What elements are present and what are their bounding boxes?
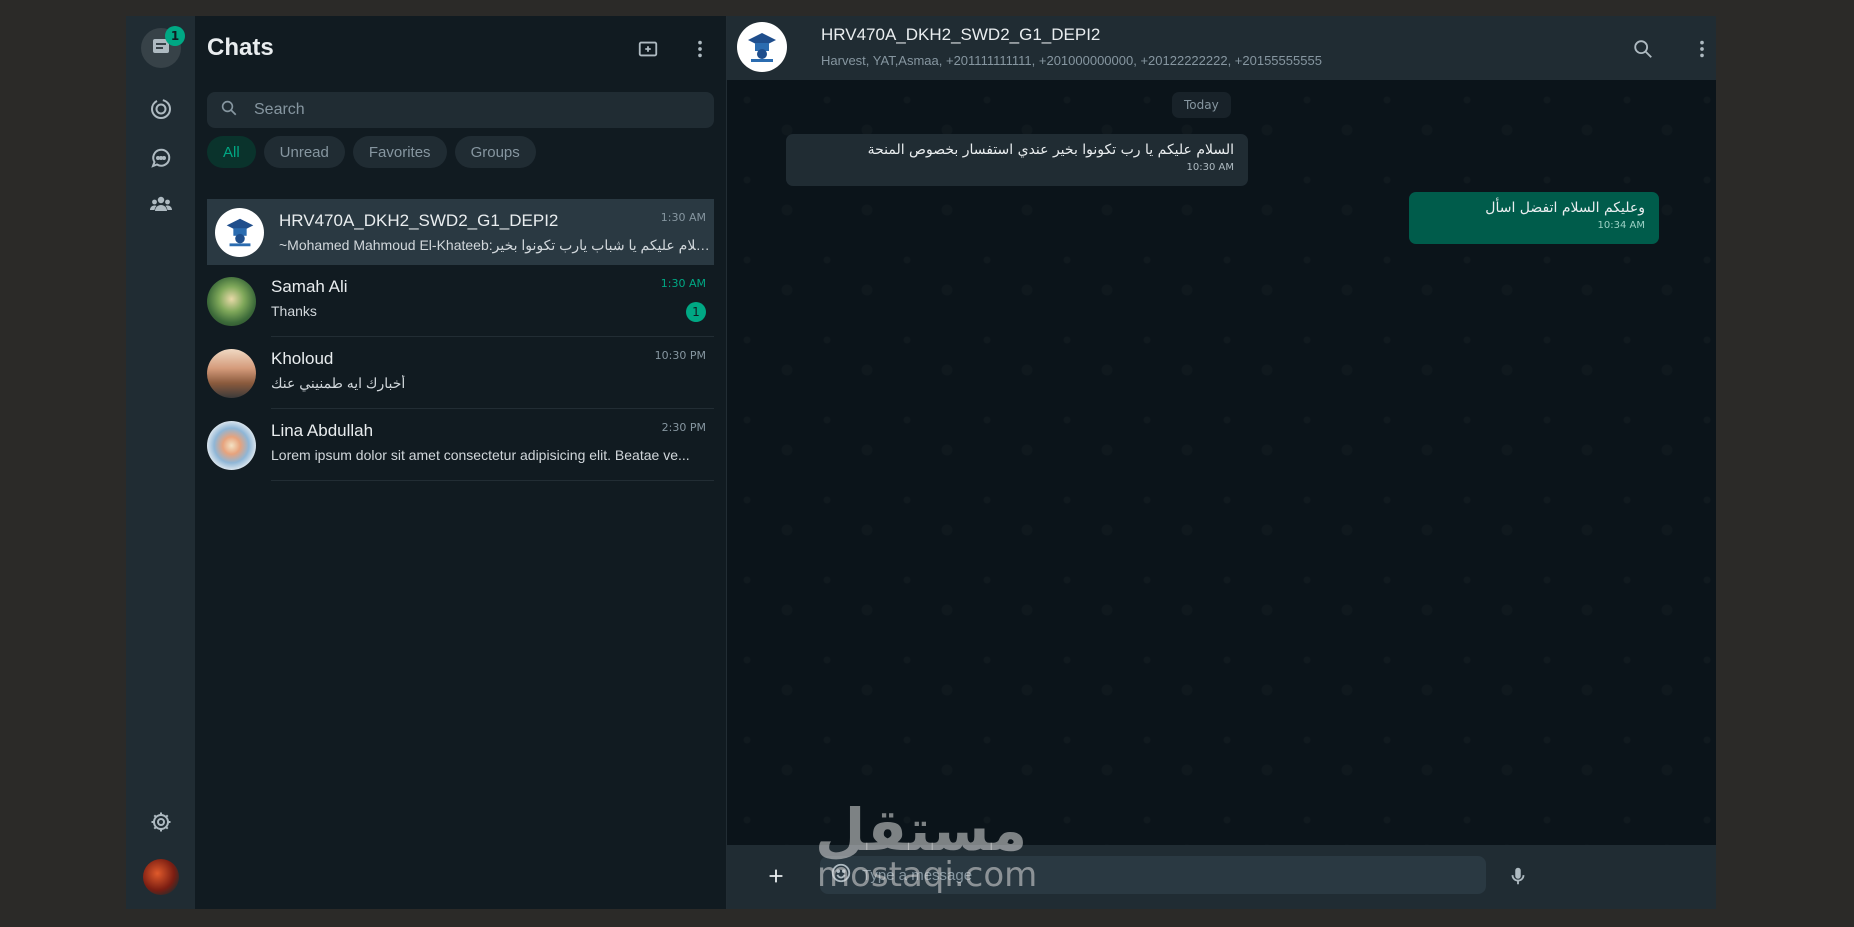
chat-filters: All Unread Favorites Groups	[207, 136, 536, 168]
chat-preview: أخبارك ايه طمنيني عنك	[271, 375, 406, 391]
message-time: 10:34 AM	[1597, 220, 1645, 231]
chats-unread-badge: 1	[165, 26, 185, 46]
message-text: وعليكم السلام اتفضل اسأل	[1485, 200, 1645, 216]
settings-nav-button[interactable]	[141, 804, 181, 844]
chat-time: 1:30 AM	[660, 211, 706, 224]
search-icon	[207, 99, 238, 121]
chat-name: Lina Abdullah	[271, 421, 374, 440]
kholoud-avatar	[207, 348, 256, 398]
conversation-avatar[interactable]	[737, 22, 787, 72]
chat-time: 2:30 PM	[661, 421, 706, 434]
watermark-latin: mostaqi.com	[817, 855, 1038, 895]
message-area: Today السلام عليكم يا رب تكونوا بخير عند…	[727, 80, 1716, 845]
graduation-cap-icon	[748, 33, 776, 62]
filter-unread[interactable]: Unread	[263, 136, 345, 168]
lina-avatar	[207, 420, 256, 470]
chat-time: 1:30 AM	[660, 277, 706, 290]
chat-item-body: HRV470A_DKH2_SWD2_G1_DEPI2 1:30 AM ~Moha…	[279, 199, 714, 265]
filter-groups[interactable]: Groups	[454, 136, 536, 168]
conversation-name: HRV470A_DKH2_SWD2_G1_DEPI2	[821, 25, 1101, 44]
chat-item-group[interactable]: HRV470A_DKH2_SWD2_G1_DEPI2 1:30 AM ~Moha…	[207, 199, 714, 265]
channels-nav-button[interactable]	[141, 140, 181, 180]
mostaql-watermark: مستقل mostaqi.com	[815, 796, 1038, 895]
chat-item-body: Lina Abdullah 2:30 PM Lorem ipsum dolor …	[271, 409, 714, 481]
profile-avatar[interactable]	[143, 859, 179, 895]
chat-preview: Thanks	[271, 303, 317, 319]
conversation-members: Harvest, YAT,Asmaa, +201111111111, +2010…	[821, 53, 1322, 68]
search-icon[interactable]	[1630, 36, 1656, 62]
chat-item-lina[interactable]: Lina Abdullah 2:30 PM Lorem ipsum dolor …	[207, 409, 714, 481]
chat-preview: ~Mohamed Mahmoud El-Khateeb:السلام عليكم…	[279, 237, 714, 253]
conversation-panel: HRV470A_DKH2_SWD2_G1_DEPI2 Harvest, YAT,…	[726, 16, 1716, 909]
chat-item-body: Kholoud 10:30 PM أخبارك ايه طمنيني عنك	[271, 337, 714, 409]
graduation-cap-icon	[226, 218, 253, 247]
chat-list-title: Chats	[207, 34, 274, 61]
message-time: 10:30 AM	[1186, 162, 1234, 173]
chat-preview: Lorem ipsum dolor sit amet consectetur a…	[271, 447, 690, 463]
outgoing-message[interactable]: وعليكم السلام اتفضل اسأل 10:34 AM	[1409, 192, 1659, 244]
watermark-arabic: مستقل	[815, 796, 1028, 864]
chat-time: 10:30 PM	[654, 349, 706, 362]
new-chat-icon[interactable]	[635, 36, 661, 62]
chat-item-body: Samah Ali 1:30 AM Thanks 1	[271, 265, 714, 337]
status-icon	[149, 97, 173, 125]
date-chip: Today	[1172, 92, 1231, 118]
message-text: السلام عليكم يا رب تكونوا بخير عندي استف…	[867, 142, 1234, 158]
search-input[interactable]	[254, 101, 694, 119]
menu-kebab-icon[interactable]	[687, 36, 713, 62]
chat-name: Samah Ali	[271, 277, 348, 296]
chat-list-panel: Chats All Unread Favorites Groups	[195, 16, 726, 909]
search-box	[207, 92, 714, 128]
channels-icon	[149, 146, 173, 174]
chats-nav-button[interactable]: 1	[141, 26, 185, 68]
status-nav-button[interactable]	[141, 91, 181, 131]
chat-name: HRV470A_DKH2_SWD2_G1_DEPI2	[279, 211, 559, 230]
chat-item-kholoud[interactable]: Kholoud 10:30 PM أخبارك ايه طمنيني عنك	[207, 337, 714, 409]
gear-icon	[149, 810, 173, 838]
unread-count-badge: 1	[686, 302, 706, 322]
microphone-icon[interactable]	[1503, 861, 1533, 891]
communities-nav-button[interactable]	[141, 186, 181, 226]
samah-avatar	[207, 276, 256, 326]
group-avatar	[215, 207, 264, 257]
chat-list: HRV470A_DKH2_SWD2_G1_DEPI2 1:30 AM ~Moha…	[207, 184, 714, 481]
chat-name: Kholoud	[271, 349, 334, 368]
communities-icon	[149, 192, 173, 220]
menu-kebab-icon[interactable]	[1689, 36, 1715, 62]
whatsapp-app: 1 Chats Search All Unread Favorites Grou…	[126, 16, 1716, 909]
incoming-message[interactable]: السلام عليكم يا رب تكونوا بخير عندي استف…	[786, 134, 1248, 186]
filter-all[interactable]: All	[207, 136, 256, 168]
chat-item-samah[interactable]: Samah Ali 1:30 AM Thanks 1	[207, 265, 714, 337]
conversation-header[interactable]: HRV470A_DKH2_SWD2_G1_DEPI2 Harvest, YAT,…	[727, 16, 1716, 80]
chat-list-header: Chats	[195, 16, 726, 80]
filter-favorites[interactable]: Favorites	[352, 136, 447, 168]
attach-plus-icon[interactable]	[761, 861, 791, 891]
nav-rail: 1	[126, 16, 195, 909]
